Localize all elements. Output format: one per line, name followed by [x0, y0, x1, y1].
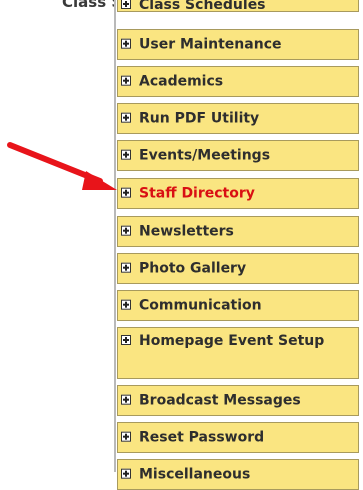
arrow-head [82, 171, 117, 190]
red-arrow-icon [7, 142, 117, 190]
